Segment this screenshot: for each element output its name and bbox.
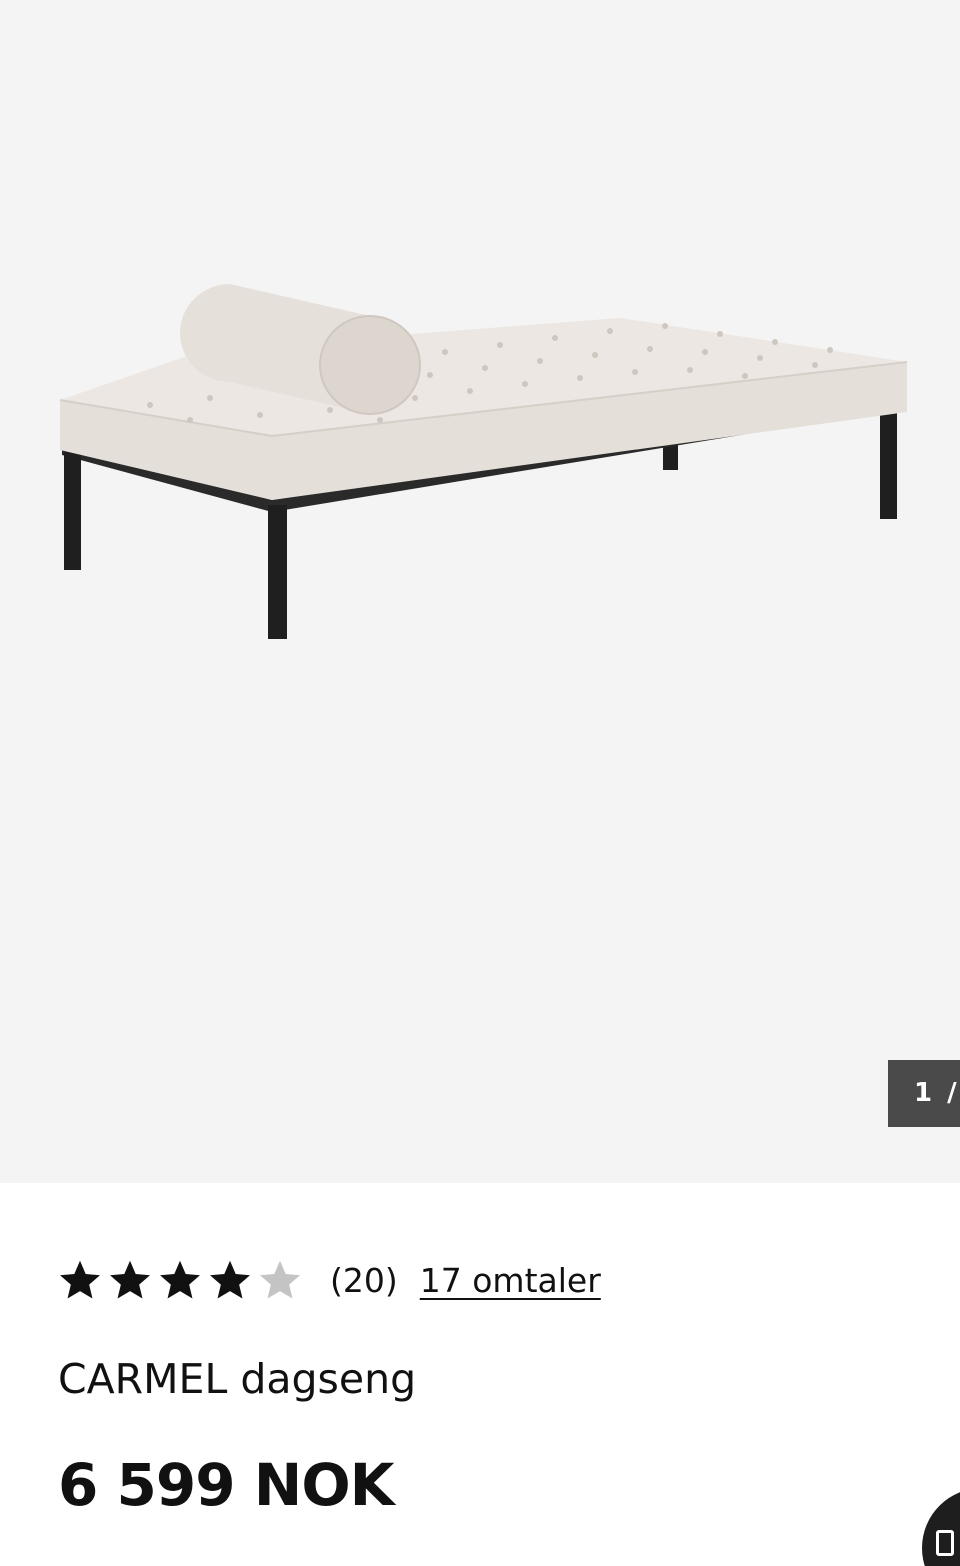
chat-icon [936,1530,954,1556]
product-page: 1 / 1 (20) 17 omtaler CARMEL dagseng 6 5… [0,0,960,1566]
star-icon [160,1260,200,1299]
image-counter: 1 / 1 [888,1060,960,1127]
product-price: 6 599 NOK [58,1451,395,1519]
rating-row: (20) 17 omtaler [58,1255,601,1305]
star-rating[interactable] [58,1258,308,1302]
star-icon [260,1260,300,1299]
reviews-link[interactable]: 17 omtaler [420,1261,601,1300]
product-image [59,284,908,639]
review-count: (20) [330,1260,398,1300]
product-info: (20) 17 omtaler CARMEL dagseng 6 599 NOK [0,1183,960,1566]
product-gallery[interactable]: 1 / 1 [0,0,960,1183]
star-icon [60,1260,100,1299]
star-icon [110,1260,150,1299]
product-title: CARMEL dagseng [58,1355,417,1403]
star-icon [210,1260,250,1299]
